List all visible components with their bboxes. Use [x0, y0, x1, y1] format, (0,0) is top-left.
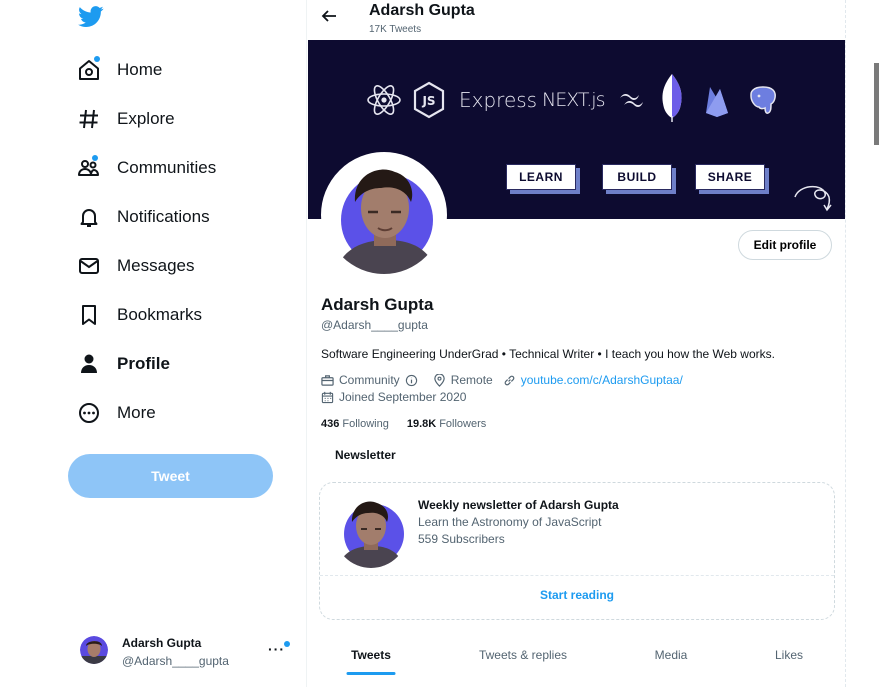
sidebar-item-label: Notifications [117, 207, 210, 226]
sidebar-item-bookmarks[interactable]: Bookmarks [76, 300, 202, 330]
joined-date: Joined September 2020 [339, 390, 467, 404]
followers-count: 19.8K [406, 418, 437, 430]
sidebar-item-label: Explore [117, 109, 175, 128]
more-icon[interactable]: ··· [268, 641, 285, 657]
following-count: 436 [321, 418, 340, 430]
right-panel [847, 0, 879, 687]
profile-location: Remote [433, 373, 493, 387]
home-icon [76, 56, 102, 83]
nextjs-label: NEXT.js [542, 89, 605, 111]
sidebar-item-explore[interactable]: Explore [76, 104, 175, 134]
account-switcher[interactable]: Adarsh Gupta @Adarsh____gupta ··· [80, 633, 295, 673]
newsletter-avatar [334, 494, 408, 568]
banner-chip-build: BUILD [602, 164, 672, 190]
display-name: Adarsh Gupta [321, 295, 434, 314]
account-name: Adarsh Gupta [122, 636, 202, 650]
active-tab-indicator [346, 672, 396, 675]
react-logo-icon [366, 75, 402, 125]
newsletter-subtitle: Learn the Astronomy of JavaScript [418, 515, 602, 529]
profile-meta: Community Remote youtube.com/c/AdarshGup… [321, 373, 693, 387]
notification-dot [284, 641, 290, 647]
info-icon [405, 374, 417, 386]
sidebar-item-home[interactable]: Home [76, 55, 162, 85]
express-label: Express [459, 88, 538, 112]
sidebar-item-label: Messages [117, 256, 195, 275]
sidebar-item-label: More [117, 403, 156, 422]
firebase-logo-icon [703, 75, 731, 125]
user-bio: Software Engineering UnderGrad • Technic… [321, 347, 775, 361]
tab-label: Media [654, 647, 688, 662]
nextjs-logo: NEXT.js [542, 75, 605, 125]
left-sidebar: Home Explore Communities Notifications M… [0, 0, 306, 687]
back-arrow-icon[interactable] [319, 6, 339, 26]
sidebar-item-communities[interactable]: Communities [76, 153, 216, 183]
tab-tweets-and-replies[interactable]: Tweets & replies [435, 632, 611, 677]
bell-icon [76, 204, 102, 230]
website-link[interactable]: youtube.com/c/AdarshGuptaa/ [521, 373, 683, 387]
sidebar-item-label: Home [117, 60, 163, 79]
briefcase-icon [321, 374, 334, 386]
hashtag-icon [76, 106, 102, 132]
followers-link[interactable]: 19.8K Followers [407, 418, 486, 430]
edit-profile-button[interactable]: Edit profile [738, 230, 832, 260]
person-icon [76, 351, 102, 377]
envelope-icon [76, 253, 102, 279]
profile-category: Community [321, 373, 423, 387]
profile-column: Adarsh Gupta 17K Tweets JS Express NEXT.… [306, 0, 846, 687]
more-circle-icon [76, 400, 102, 426]
avatar [80, 636, 108, 664]
newsletter-section-title: Newsletter [335, 448, 396, 462]
nodejs-logo-icon: JS [412, 75, 446, 125]
bookmark-icon [76, 302, 102, 328]
location-label: Remote [450, 373, 493, 387]
twitter-logo-icon[interactable] [78, 6, 104, 28]
postgresql-logo-icon [747, 75, 779, 125]
category-label: Community [339, 373, 400, 387]
profile-avatar[interactable] [321, 152, 447, 278]
following-link[interactable]: 436 Following [321, 418, 389, 430]
sidebar-item-notifications[interactable]: Notifications [76, 202, 210, 232]
start-reading-button[interactable]: Start reading [320, 588, 834, 602]
sidebar-item-messages[interactable]: Messages [76, 251, 194, 281]
tab-likes[interactable]: Likes [731, 632, 845, 677]
sidebar-item-more[interactable]: More [76, 398, 156, 428]
svg-text:JS: JS [421, 94, 435, 108]
tab-label: Likes [774, 647, 803, 662]
followers-label: Followers [439, 418, 487, 430]
location-pin-icon [433, 373, 445, 387]
following-label: Following [342, 418, 389, 430]
tab-label: Tweets & replies [478, 647, 568, 662]
newsletter-subscribers: 559 Subscribers [418, 532, 505, 546]
tweet-count: 17K Tweets [369, 24, 422, 35]
banner-chip-share: SHARE [695, 164, 765, 190]
account-handle: @Adarsh____gupta [122, 654, 229, 668]
sidebar-item-label: Bookmarks [117, 305, 203, 324]
banner-chip-learn: LEARN [506, 164, 576, 190]
sidebar-item-label: Profile [117, 354, 170, 373]
profile-header: Adarsh Gupta 17K Tweets [307, 0, 845, 40]
profile-joined: Joined September 2020 [321, 390, 466, 404]
tab-label: Tweets [351, 647, 391, 662]
curved-arrow-icon [791, 175, 835, 219]
link-icon [504, 375, 515, 385]
sidebar-item-label: Communities [117, 158, 217, 177]
tailwind-logo-icon [617, 75, 647, 125]
express-logo: Express [459, 75, 537, 125]
page-title: Adarsh Gupta [369, 2, 475, 19]
sidebar-item-profile[interactable]: Profile [76, 349, 170, 379]
scroll-thumb[interactable] [874, 63, 879, 145]
communities-icon [76, 155, 102, 181]
newsletter-title: Weekly newsletter of Adarsh Gupta [418, 498, 619, 512]
follow-stats: 436 Following 19.8K Followers [321, 418, 504, 430]
user-handle: @Adarsh____gupta [321, 318, 428, 332]
mongodb-logo-icon [658, 68, 686, 128]
profile-tabs: Tweets Tweets & replies Media Likes [307, 632, 845, 687]
newsletter-card[interactable]: Weekly newsletter of Adarsh Gupta Learn … [319, 482, 835, 620]
profile-website[interactable]: youtube.com/c/AdarshGuptaa/ [503, 373, 683, 387]
tab-media[interactable]: Media [611, 632, 731, 677]
calendar-icon [321, 391, 334, 403]
tweet-button[interactable]: Tweet [68, 454, 273, 498]
tab-tweets[interactable]: Tweets [307, 632, 435, 677]
divider [320, 575, 834, 576]
